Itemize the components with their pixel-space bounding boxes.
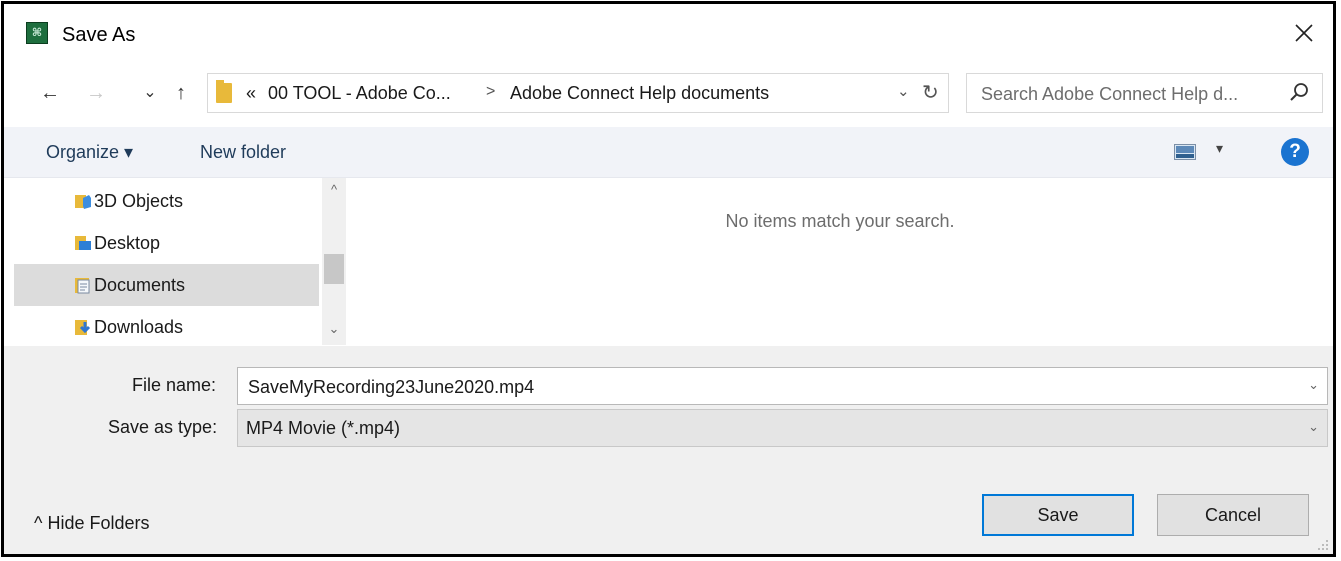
app-icon: ⌘ xyxy=(26,22,48,44)
file-list-area[interactable]: No items match your search. xyxy=(347,178,1333,345)
close-button[interactable] xyxy=(1287,16,1321,50)
breadcrumb-overflow[interactable]: « xyxy=(246,83,256,104)
hide-folders-button[interactable]: ^ Hide Folders xyxy=(34,513,150,534)
file-name-label: File name: xyxy=(132,375,217,395)
refresh-icon[interactable]: ↻ xyxy=(922,80,939,105)
sidebar-item-3d-objects[interactable]: 3D Objects xyxy=(14,180,319,222)
scroll-up-arrow-icon[interactable]: ^ xyxy=(322,182,346,206)
navigation-pane: 3D Objects Desktop Documents Downloads ^… xyxy=(4,178,347,345)
desktop-icon xyxy=(75,236,91,250)
forward-button[interactable]: → xyxy=(82,78,110,108)
up-button[interactable]: ↑ xyxy=(167,78,195,108)
scroll-down-arrow-icon[interactable]: ⌄ xyxy=(322,321,346,345)
nav-pane-scrollbar[interactable]: ^ ⌄ xyxy=(322,178,346,345)
search-input[interactable] xyxy=(979,74,1283,114)
new-folder-button[interactable]: New folder xyxy=(200,142,286,163)
address-dropdown-icon[interactable]: ⌄ xyxy=(897,82,910,100)
window-title: Save As xyxy=(62,24,136,46)
documents-icon xyxy=(75,278,90,294)
breadcrumb-item-tool[interactable]: 00 TOOL - Adobe Co... xyxy=(268,83,451,104)
sidebar-item-label: Desktop xyxy=(94,233,161,253)
folder-icon xyxy=(216,80,232,103)
forward-arrow-icon: → xyxy=(86,82,106,104)
breadcrumb-item-current[interactable]: Adobe Connect Help documents xyxy=(510,83,769,104)
command-toolbar: Organize ▾ New folder ▾ ? xyxy=(4,127,1333,178)
save-as-type-value: MP4 Movie (*.mp4) xyxy=(246,418,401,438)
navigation-bar: ← → ⌄ ↑ « 00 TOOL - Adobe Co... > Adobe … xyxy=(4,68,1333,118)
save-as-dialog: ⌘ Save As ← → ⌄ ↑ « 00 TOOL - Adobe Co..… xyxy=(1,1,1336,557)
empty-results-message: No items match your search. xyxy=(725,211,955,231)
back-button[interactable]: ← xyxy=(36,78,64,108)
sidebar-item-label: Documents xyxy=(94,275,186,295)
save-as-type-dropdown-icon[interactable]: ⌄ xyxy=(1308,419,1319,435)
title-bar: ⌘ Save As xyxy=(4,4,1333,64)
change-view-icon[interactable] xyxy=(1174,144,1196,160)
close-icon xyxy=(1295,24,1313,42)
resize-grip-icon[interactable] xyxy=(1317,539,1329,551)
search-icon[interactable] xyxy=(1288,81,1310,103)
3d-objects-icon xyxy=(75,195,91,209)
sidebar-item-desktop[interactable]: Desktop xyxy=(14,222,319,264)
file-name-combobox[interactable]: ⌄ xyxy=(237,367,1328,406)
downloads-icon xyxy=(75,320,91,335)
sidebar-item-documents[interactable]: Documents xyxy=(14,264,319,306)
cancel-button[interactable]: Cancel xyxy=(1157,494,1309,536)
recent-locations-button[interactable]: ⌄ xyxy=(136,78,164,108)
save-as-type-label: Save as type: xyxy=(108,417,218,437)
save-as-type-select[interactable]: MP4 Movie (*.mp4) ⌄ xyxy=(237,409,1328,447)
sidebar-item-label: Downloads xyxy=(94,317,184,337)
view-options-dropdown-icon[interactable]: ▾ xyxy=(1216,140,1223,157)
scroll-thumb[interactable] xyxy=(324,254,344,284)
up-arrow-icon: ↑ xyxy=(176,82,186,104)
sidebar-item-label: 3D Objects xyxy=(94,191,184,211)
chevron-down-icon: ⌄ xyxy=(143,84,157,101)
help-icon[interactable]: ? xyxy=(1281,138,1309,166)
back-arrow-icon: ← xyxy=(40,82,60,104)
breadcrumb-separator-icon[interactable]: > xyxy=(486,83,495,101)
organize-button[interactable]: Organize ▾ xyxy=(46,142,133,163)
address-bar[interactable]: « 00 TOOL - Adobe Co... > Adobe Connect … xyxy=(207,73,949,113)
file-name-input[interactable] xyxy=(246,368,1290,406)
save-button[interactable]: Save xyxy=(982,494,1134,536)
search-box[interactable] xyxy=(966,73,1323,114)
file-name-dropdown-icon[interactable]: ⌄ xyxy=(1308,377,1319,393)
save-options-area: File name: ⌄ Save as type: MP4 Movie (*.… xyxy=(4,346,1333,554)
sidebar-item-downloads[interactable]: Downloads xyxy=(14,306,319,348)
